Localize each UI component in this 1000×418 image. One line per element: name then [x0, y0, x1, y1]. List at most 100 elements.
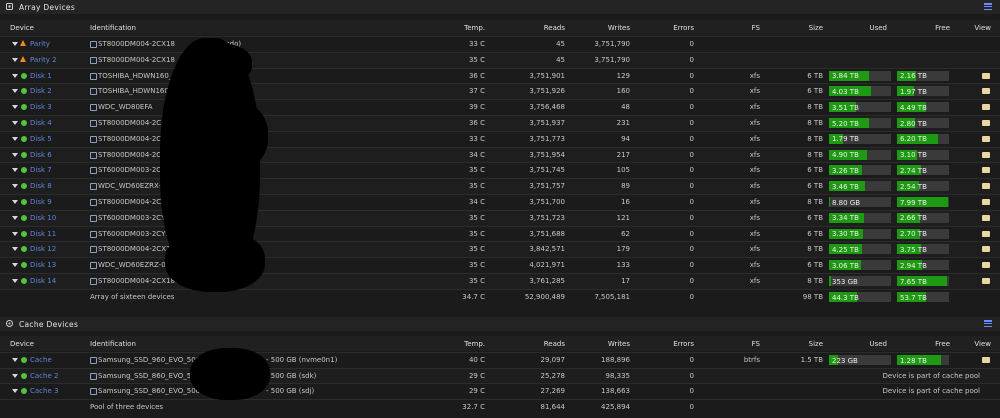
col-identification[interactable]: Identification [90, 24, 136, 32]
device-link[interactable]: Disk 9 [30, 198, 52, 206]
array_rows-row[interactable]: Disk 11ST6000DM003-2CY186 TB (sdl)35 C3,… [0, 225, 1000, 243]
device-link[interactable]: Disk 3 [30, 103, 52, 111]
col-free[interactable]: Free [935, 340, 950, 348]
col-free[interactable]: Free [935, 24, 950, 32]
folder-icon[interactable] [982, 199, 990, 205]
array_rows-row[interactable]: Disk 2TOSHIBA_HDWN1606 TB (sdh)37 C3,751… [0, 83, 1000, 100]
col-identification[interactable]: Identification [90, 340, 136, 348]
array_rows-row[interactable]: Disk 1TOSHIBA_HDWN160_66 TB (sdb)36 C3,7… [0, 67, 1000, 85]
expand-caret-icon[interactable] [12, 152, 18, 157]
status-dot-icon [21, 104, 27, 111]
device-link[interactable]: Disk 13 [30, 261, 56, 269]
folder-icon[interactable] [982, 183, 990, 190]
device-link[interactable]: Disk 10 [30, 214, 56, 222]
expand-caret-icon[interactable] [12, 263, 18, 268]
col-device[interactable]: Device [10, 24, 34, 32]
device-reads: 3,842,571 [529, 245, 565, 254]
col-fs[interactable]: FS [752, 24, 760, 32]
device-link[interactable]: Disk 8 [30, 182, 52, 190]
col-view[interactable]: View [974, 24, 991, 32]
folder-icon[interactable] [982, 120, 990, 126]
device-link[interactable]: Parity 2 [30, 56, 57, 64]
expand-caret-icon[interactable] [12, 247, 18, 252]
device-link[interactable]: Disk 6 [30, 151, 52, 159]
array-total-free-bar: 53.7 TB [897, 292, 949, 302]
array_rows-row[interactable]: Disk 8WDC_WD60EZRX-00MVLB1_WD6 TB (sdd)3… [0, 178, 1000, 195]
array_rows-row[interactable]: Disk 10ST6000DM003-2CY186 TB (sdg)35 C3,… [0, 209, 1000, 227]
array_rows-row[interactable]: Parity 2ST8000DM004-2CX188 TB (sds)35 C4… [0, 51, 1000, 69]
array_rows-row[interactable]: Disk 12ST8000DM004-2CX1888 TB (sdc)35 C3… [0, 241, 1000, 258]
col-writes[interactable]: Writes [608, 24, 630, 32]
array_rows-row[interactable]: Disk 6ST8000DM004-2CX188_8 TB (sdf)34 C3… [0, 146, 1000, 164]
array_rows-row[interactable]: Disk 13WDC_WD60EZRZ-00RWYB1_WD6 TB (sdp)… [0, 257, 1000, 274]
device-link[interactable]: Disk 1 [30, 72, 52, 80]
expand-caret-icon[interactable] [12, 89, 18, 94]
device-link[interactable]: Parity [30, 40, 50, 48]
expand-caret-icon[interactable] [12, 389, 18, 394]
col-temp[interactable]: Temp. [464, 340, 485, 348]
folder-icon[interactable] [982, 230, 990, 237]
folder-icon[interactable] [982, 262, 990, 269]
expand-caret-icon[interactable] [12, 168, 18, 173]
expand-caret-icon[interactable] [12, 57, 18, 62]
col-errors[interactable]: Errors [673, 24, 694, 32]
list-view-icon[interactable] [984, 320, 992, 328]
folder-icon[interactable] [982, 151, 990, 158]
expand-caret-icon[interactable] [12, 200, 18, 204]
expand-caret-icon[interactable] [12, 373, 18, 378]
expand-caret-icon[interactable] [12, 105, 18, 110]
col-writes[interactable]: Writes [608, 340, 630, 348]
expand-caret-icon[interactable] [12, 279, 18, 283]
device-link[interactable]: Cache [30, 356, 52, 364]
col-used[interactable]: Used [869, 24, 887, 32]
col-reads[interactable]: Reads [544, 24, 565, 32]
cache_rows-row[interactable]: Cache Samsung_SSD_960_EVO_500GB - 500 GB (… [0, 352, 1000, 369]
col-reads[interactable]: Reads [544, 340, 565, 348]
cache_rows-row[interactable]: Cache 3 Samsung_SSD_860_EVO_500G - 500 GB … [0, 383, 1000, 400]
device-link[interactable]: Disk 2 [30, 87, 52, 95]
expand-caret-icon[interactable] [12, 42, 18, 46]
expand-caret-icon[interactable] [12, 121, 18, 125]
folder-icon[interactable] [982, 357, 990, 363]
device-link[interactable]: Disk 4 [30, 119, 52, 127]
expand-caret-icon[interactable] [12, 231, 18, 236]
col-temp[interactable]: Temp. [464, 24, 485, 32]
device-link[interactable]: Disk 7 [30, 166, 52, 174]
array_rows-row[interactable]: Disk 7ST6000DM003-2CY186 TB (sdq)35 C3,7… [0, 162, 1000, 179]
col-size[interactable]: Size [809, 24, 823, 32]
folder-icon[interactable] [982, 135, 990, 142]
folder-icon[interactable] [982, 88, 990, 95]
cache_rows-row[interactable]: Cache 2 Samsung_SSD_860_EVO_500G - 500 GB … [0, 367, 1000, 385]
array_rows-row[interactable]: Disk 9ST8000DM004-2CX188- 8 TB (sdm)34 C… [0, 194, 1000, 211]
col-used[interactable]: Used [869, 340, 887, 348]
device-link[interactable]: Disk 11 [30, 230, 56, 238]
device-link[interactable]: Disk 12 [30, 245, 56, 253]
folder-icon[interactable] [982, 278, 990, 284]
expand-caret-icon[interactable] [12, 184, 18, 189]
array_rows-row[interactable]: Disk 14ST8000DM004-2CX188- 8 TB (sdr)35 … [0, 273, 1000, 290]
folder-icon[interactable] [982, 246, 990, 253]
expand-caret-icon[interactable] [12, 73, 18, 78]
device-link[interactable]: Disk 14 [30, 277, 56, 285]
device-link[interactable]: Disk 5 [30, 135, 52, 143]
col-device[interactable]: Device [10, 340, 34, 348]
folder-icon[interactable] [982, 72, 990, 79]
free-value: 2.16 TB [900, 72, 927, 81]
array_rows-row[interactable]: ParityST8000DM004-2CX18TB (sdo)33 C453,7… [0, 36, 1000, 53]
col-view[interactable]: View [974, 340, 991, 348]
col-errors[interactable]: Errors [673, 340, 694, 348]
col-size[interactable]: Size [809, 340, 823, 348]
folder-icon[interactable] [982, 167, 990, 174]
array_rows-row[interactable]: Disk 4ST8000DM004-2CX8 TB (sdi)36 C3,751… [0, 115, 1000, 132]
col-fs[interactable]: FS [752, 340, 760, 348]
expand-caret-icon[interactable] [12, 136, 18, 141]
folder-icon[interactable] [982, 104, 990, 111]
folder-icon[interactable] [982, 214, 990, 221]
expand-caret-icon[interactable] [12, 215, 18, 220]
device-link[interactable]: Cache 2 [30, 372, 58, 380]
list-view-icon[interactable] [984, 3, 992, 11]
expand-caret-icon[interactable] [12, 358, 18, 362]
device-link[interactable]: Cache 3 [30, 387, 58, 395]
array_rows-row[interactable]: Disk 3WDC_WD80EFA- 8 TB (sde)39 C3,756,4… [0, 99, 1000, 116]
array_rows-row[interactable]: Disk 5ST8000DM004-2CX188_8 TB (sdn)33 C3… [0, 130, 1000, 148]
